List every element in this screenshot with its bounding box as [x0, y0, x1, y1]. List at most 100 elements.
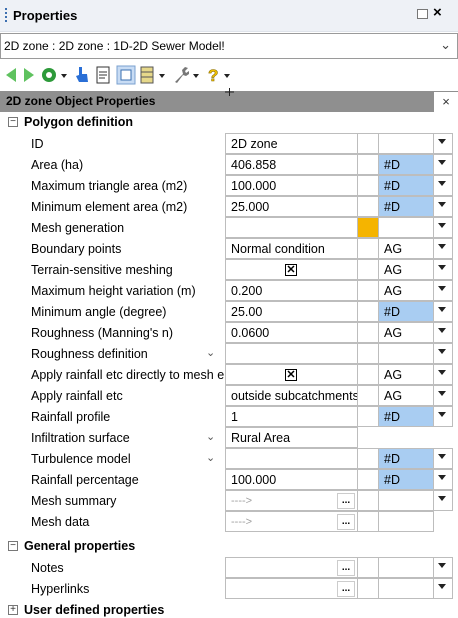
property-flag-cell[interactable]: AG — [379, 259, 434, 280]
property-value-field[interactable]: 100.000 — [225, 175, 358, 196]
collapse-icon[interactable]: − — [8, 117, 18, 127]
flag-dropdown-button[interactable] — [434, 154, 453, 175]
chevron-down-icon[interactable]: ⌄ — [206, 430, 215, 443]
property-value-field[interactable] — [225, 343, 358, 364]
property-value-field[interactable]: ---->... — [225, 490, 358, 511]
property-row-infiltration-surface[interactable]: Infiltration surface ⌄ Rural Area — [0, 427, 458, 448]
property-flag-cell[interactable]: AG — [379, 238, 434, 259]
property-value-field[interactable]: 0.200 — [225, 280, 358, 301]
property-row-min-element-area[interactable]: Minimum element area (m2) 25.000 #D — [0, 196, 458, 217]
flag-dropdown-button[interactable] — [434, 133, 453, 154]
property-row-area[interactable]: Area (ha) 406.858 #D — [0, 154, 458, 175]
columns-icon[interactable] — [139, 65, 169, 85]
property-value-field[interactable]: Normal condition — [225, 238, 358, 259]
property-row-hyperlinks[interactable]: Hyperlinks ... — [0, 578, 458, 599]
property-row-max-triangle-area[interactable]: Maximum triangle area (m2) 100.000 #D — [0, 175, 458, 196]
section-polygon-definition[interactable]: − Polygon definition — [0, 112, 458, 133]
property-flag-cell[interactable]: AG — [379, 385, 434, 406]
back-arrow-icon[interactable] — [3, 65, 19, 85]
property-row-min-angle[interactable]: Minimum angle (degree) 25.00 #D — [0, 301, 458, 322]
property-value-field[interactable]: 2D zone — [225, 133, 358, 154]
flag-dropdown-button[interactable] — [434, 175, 453, 196]
property-value-field[interactable]: ✕ — [225, 364, 358, 385]
property-value-field[interactable]: 25.000 — [225, 196, 358, 217]
flag-dropdown-button[interactable] — [434, 557, 453, 578]
ellipsis-button[interactable]: ... — [337, 581, 355, 597]
property-row-boundary-points[interactable]: Boundary points Normal condition AG — [0, 238, 458, 259]
property-flag-cell[interactable]: #D — [379, 301, 434, 322]
property-value-field[interactable]: 100.000 — [225, 469, 358, 490]
flag-dropdown-button[interactable] — [434, 196, 453, 217]
expand-icon[interactable]: + — [8, 605, 18, 615]
property-row-apply-rainfall[interactable]: Apply rainfall etc outside subcatchments… — [0, 385, 458, 406]
flag-dropdown-button[interactable] — [434, 322, 453, 343]
property-value-field[interactable]: 1 — [225, 406, 358, 427]
property-flag-cell[interactable]: #D — [379, 175, 434, 196]
property-row-rainfall-profile[interactable]: Rainfall profile 1 #D — [0, 406, 458, 427]
property-row-mesh-summary[interactable]: Mesh summary ---->... — [0, 490, 458, 511]
property-value-field[interactable] — [225, 217, 358, 238]
chevron-down-icon[interactable]: ⌄ — [440, 37, 451, 53]
section-general-properties[interactable]: − General properties — [0, 536, 458, 557]
property-flag-cell[interactable]: AG — [379, 280, 434, 301]
drag-grip-icon[interactable] — [5, 8, 8, 24]
property-row-max-height-variation[interactable]: Maximum height variation (m) 0.200 AG — [0, 280, 458, 301]
forward-arrow-icon[interactable] — [21, 65, 37, 85]
property-flag-cell[interactable]: #D — [379, 154, 434, 175]
flag-dropdown-button[interactable] — [434, 301, 453, 322]
chevron-down-icon[interactable]: ⌄ — [206, 346, 215, 359]
property-flag-cell[interactable] — [379, 343, 434, 364]
property-row-rainfall-percentage[interactable]: Rainfall percentage 100.000 #D — [0, 469, 458, 490]
wheel-icon[interactable] — [40, 65, 70, 85]
property-value-field[interactable]: ... — [225, 557, 358, 578]
property-row-apply-rainfall-directly[interactable]: Apply rainfall etc directly to mesh elem… — [0, 364, 458, 385]
splitter-handle-icon[interactable] — [225, 88, 234, 96]
checkbox-checked[interactable]: ✕ — [285, 264, 297, 276]
layout-icon[interactable] — [116, 65, 136, 85]
property-row-turbulence-model[interactable]: Turbulence model ⌄ #D — [0, 448, 458, 469]
property-flag-cell[interactable] — [379, 133, 434, 154]
help-icon[interactable]: ? — [205, 65, 235, 85]
flag-dropdown-button[interactable] — [434, 364, 453, 385]
restore-icon[interactable] — [417, 9, 428, 19]
property-flag-cell[interactable]: #D — [379, 406, 434, 427]
close-icon[interactable]: × — [434, 92, 458, 112]
property-flag-cell[interactable]: AG — [379, 364, 434, 385]
property-row-mesh-generation[interactable]: Mesh generation — [0, 217, 458, 238]
object-selector-dropdown[interactable]: 2D zone : 2D zone : 1D-2D Sewer Model! ⌄ — [0, 33, 458, 59]
document-icon[interactable] — [94, 65, 112, 85]
property-flag-cell[interactable]: AG — [379, 322, 434, 343]
property-flag-cell[interactable]: #D — [379, 196, 434, 217]
property-value-field[interactable] — [225, 448, 358, 469]
property-row-roughness-definition[interactable]: Roughness definition ⌄ — [0, 343, 458, 364]
flag-dropdown-button[interactable] — [434, 343, 453, 364]
flag-dropdown-button[interactable] — [434, 490, 453, 511]
flag-dropdown-button[interactable] — [434, 406, 453, 427]
collapse-icon[interactable]: − — [8, 541, 18, 551]
property-flag-cell[interactable] — [379, 217, 434, 238]
flag-dropdown-button[interactable] — [434, 578, 453, 599]
property-row-roughness[interactable]: Roughness (Manning's n) 0.0600 AG — [0, 322, 458, 343]
property-value-field[interactable]: ✕ — [225, 259, 358, 280]
wrench-icon[interactable] — [172, 65, 202, 85]
property-flag-cell[interactable] — [379, 490, 434, 511]
flag-dropdown-button[interactable] — [434, 385, 453, 406]
ellipsis-button[interactable]: ... — [337, 560, 355, 576]
property-flag-cell[interactable] — [379, 557, 434, 578]
property-row-mesh-data[interactable]: Mesh data ---->... — [0, 511, 458, 532]
flag-dropdown-button[interactable] — [434, 238, 453, 259]
hand-pointer-icon[interactable] — [73, 65, 91, 85]
ellipsis-button[interactable]: ... — [337, 514, 355, 530]
property-value-field[interactable]: 406.858 — [225, 154, 358, 175]
property-value-field[interactable]: 25.00 — [225, 301, 358, 322]
flag-dropdown-button[interactable] — [434, 259, 453, 280]
property-value-field[interactable]: outside subcatchments — [225, 385, 358, 406]
property-row-id[interactable]: ID 2D zone — [0, 133, 458, 154]
property-value-field[interactable]: ---->... — [225, 511, 358, 532]
section-user-defined-properties[interactable]: + User defined properties — [0, 600, 458, 618]
property-row-notes[interactable]: Notes ... — [0, 557, 458, 578]
chevron-down-icon[interactable]: ⌄ — [206, 451, 215, 464]
property-flag-cell[interactable]: #D — [379, 448, 434, 469]
property-value-field[interactable]: Rural Area — [225, 427, 358, 448]
flag-dropdown-button[interactable] — [434, 469, 453, 490]
